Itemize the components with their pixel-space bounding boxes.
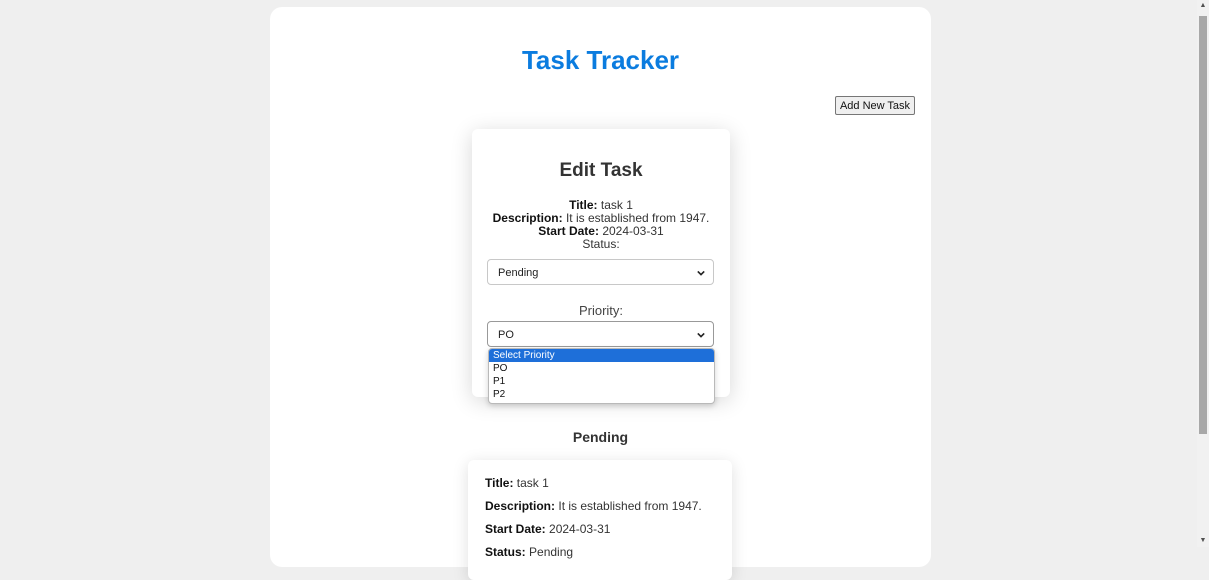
task-status-label: Status: bbox=[485, 545, 526, 559]
scroll-down-arrow-icon[interactable]: ▼ bbox=[1199, 537, 1207, 545]
task-start-date-line: Start Date: 2024-03-31 bbox=[485, 522, 610, 536]
app-container: Task Tracker Add New Task Edit Task Titl… bbox=[270, 7, 931, 580]
task-status-line: Status: Pending bbox=[485, 545, 573, 559]
task-title-value: task 1 bbox=[516, 476, 549, 490]
task-title-label: Title: bbox=[485, 476, 514, 490]
priority-dropdown-list: Select Priority PO P1 P2 bbox=[488, 348, 715, 404]
edit-start-date-label: Start Date: bbox=[538, 224, 599, 238]
pending-section-title: Pending bbox=[572, 429, 629, 445]
priority-select-value: PO bbox=[498, 329, 514, 341]
task-title-line: Title: task 1 bbox=[485, 476, 549, 490]
edit-description-label: Description: bbox=[492, 211, 563, 225]
chevron-down-icon bbox=[697, 332, 705, 338]
task-start-date-label: Start Date: bbox=[485, 522, 546, 536]
task-start-date-value: 2024-03-31 bbox=[549, 522, 611, 536]
edit-title-label: Title: bbox=[569, 198, 598, 212]
app-title: Task Tracker bbox=[521, 45, 680, 75]
edit-title-value: task 1 bbox=[600, 198, 633, 212]
add-new-task-button[interactable]: Add New Task bbox=[835, 96, 915, 115]
task-description-line: Description: It is established from 1947… bbox=[485, 499, 702, 513]
scroll-up-arrow-icon[interactable]: ▲ bbox=[1199, 2, 1207, 10]
status-label: Status: bbox=[582, 237, 620, 251]
task-description-value: It is established from 1947. bbox=[558, 499, 702, 513]
edit-start-date-value: 2024-03-31 bbox=[602, 224, 664, 238]
status-select[interactable]: Pending bbox=[487, 259, 714, 285]
page-scrollbar[interactable]: ▲ ▼ bbox=[1197, 0, 1209, 547]
edit-task-heading: Edit Task bbox=[559, 160, 643, 181]
priority-option-p1[interactable]: P1 bbox=[489, 375, 714, 388]
task-card[interactable]: Title: task 1 Description: It is establi… bbox=[468, 460, 732, 580]
priority-option-p2[interactable]: P2 bbox=[489, 388, 714, 401]
priority-select[interactable]: PO bbox=[487, 321, 714, 347]
task-description-label: Description: bbox=[485, 499, 556, 513]
status-select-value: Pending bbox=[498, 267, 539, 279]
priority-option-select-priority[interactable]: Select Priority bbox=[489, 349, 714, 362]
scrollbar-thumb[interactable] bbox=[1199, 16, 1207, 434]
task-status-value: Pending bbox=[529, 545, 574, 559]
chevron-down-icon bbox=[697, 270, 705, 276]
priority-label: Priority: bbox=[578, 303, 624, 318]
edit-description-value: It is established from 1947. bbox=[565, 211, 710, 225]
priority-option-p0[interactable]: PO bbox=[489, 362, 714, 375]
